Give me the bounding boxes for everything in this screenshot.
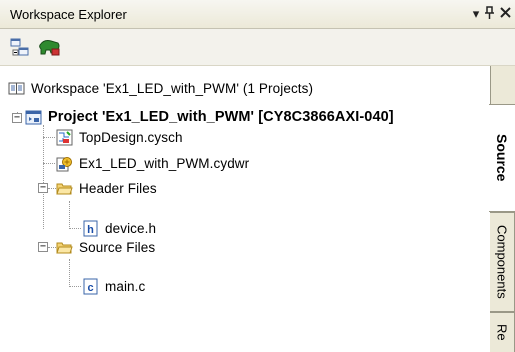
explorer-toolbar (0, 29, 515, 66)
folder-open-icon (56, 239, 73, 256)
workspace-icon (8, 80, 25, 97)
tab-source-label: Source (494, 134, 510, 182)
main-c-label: main.c (105, 278, 146, 294)
header-files-expander[interactable]: − (38, 183, 48, 193)
tab-resources-label: Re (494, 324, 510, 341)
close-icon[interactable] (497, 6, 513, 21)
workspace-label: Workspace 'Ex1_LED_with_PWM' (1 Projects… (31, 80, 314, 96)
tree-connector (43, 137, 55, 138)
collapse-all-button[interactable] (9, 37, 31, 59)
tab-components-label: Components (494, 225, 510, 299)
tree-connector (69, 228, 81, 229)
panel-title-bar: Workspace Explorer ▾ (0, 0, 515, 29)
tree-item-project[interactable]: Project 'Ex1_LED_with_PWM' [CY8C3866AXI-… (25, 106, 394, 128)
tree-connector (43, 163, 55, 164)
tree-item-main-c[interactable]: c main.c (82, 275, 145, 297)
build-icon (39, 40, 60, 56)
side-tab-strip: Source Components Re (489, 66, 515, 352)
design-wide-resources-icon (56, 155, 73, 172)
workspace-tree: Workspace 'Ex1_LED_with_PWM' (1 Projects… (0, 66, 490, 341)
tab-source[interactable]: Source (489, 104, 515, 212)
schematic-icon (56, 129, 73, 146)
collapse-all-icon (10, 38, 29, 56)
project-expander[interactable]: − (12, 113, 22, 123)
device-h-label: device.h (105, 220, 157, 236)
panel-title: Workspace Explorer (10, 7, 127, 22)
project-icon (25, 109, 42, 126)
tree-connector (48, 188, 56, 189)
tree-connector (69, 286, 81, 287)
folder-open-icon (56, 180, 73, 197)
tree-item-source-files[interactable]: Source Files (56, 236, 155, 258)
tree-item-cydwr[interactable]: Ex1_LED_with_PWM.cydwr (56, 152, 249, 174)
tree-connector (69, 259, 70, 287)
topdesign-label: TopDesign.cysch (79, 129, 183, 145)
tree-item-header-files[interactable]: Header Files (56, 177, 157, 199)
c-file-icon: c (82, 278, 99, 295)
tree-connector (69, 201, 70, 229)
pin-icon[interactable] (481, 6, 497, 22)
tab-components[interactable]: Components (490, 212, 515, 312)
svg-text:c: c (87, 282, 93, 294)
cydwr-label: Ex1_LED_with_PWM.cydwr (79, 155, 250, 171)
source-files-expander[interactable]: − (38, 242, 48, 252)
tree-connector (48, 247, 56, 248)
tree-item-topdesign[interactable]: TopDesign.cysch (56, 126, 183, 148)
tree-connector (43, 125, 44, 229)
source-files-label: Source Files (79, 239, 156, 255)
svg-text:h: h (87, 224, 94, 236)
tree-item-workspace[interactable]: Workspace 'Ex1_LED_with_PWM' (1 Projects… (8, 77, 313, 99)
tab-resources[interactable]: Re (490, 312, 515, 352)
header-file-icon: h (82, 220, 99, 237)
project-label: Project 'Ex1_LED_with_PWM' [CY8C3866AXI-… (48, 109, 394, 125)
build-button[interactable] (38, 37, 60, 59)
header-files-label: Header Files (79, 180, 157, 196)
